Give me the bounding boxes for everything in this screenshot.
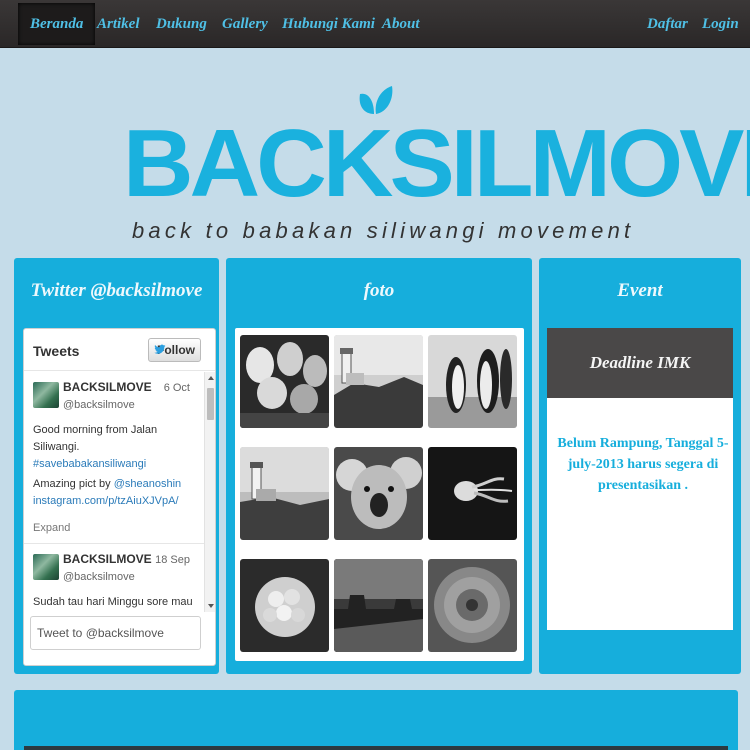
event-heading: Deadline IMK <box>547 328 733 398</box>
avatar[interactable] <box>33 554 59 580</box>
tweet-text-line: Amazing pict by <box>33 478 111 490</box>
twitter-panel-title: Twitter @backsilmove <box>30 280 203 301</box>
photo-thumb-penguins[interactable] <box>428 335 517 428</box>
photo-thumb-lighthouse[interactable] <box>334 335 423 428</box>
event-panel-title: Event <box>617 280 663 301</box>
nav-dukung[interactable]: Dukung <box>156 3 207 45</box>
foto-panel-title: foto <box>363 280 395 301</box>
tweet-item[interactable]: BACKSILMOVE 6 Oct @backsilmove Good morn… <box>24 372 204 544</box>
photo-thumb-tulips[interactable] <box>240 335 329 428</box>
bottom-panel <box>14 690 738 750</box>
tweet-expand-link[interactable]: Expand <box>33 522 70 534</box>
tweet-list-scrollbar[interactable] <box>204 372 215 612</box>
tweet-text: Good morning from Jalan Siliwangi. #save… <box>33 422 193 473</box>
event-panel: Event Deadline IMK Belum Rampung, Tangga… <box>539 258 741 674</box>
photo-thumb-jellyfish[interactable] <box>428 447 517 540</box>
photo-thumb-koala[interactable] <box>334 447 423 540</box>
nav-daftar[interactable]: Daftar <box>647 3 688 45</box>
nav-beranda[interactable]: Beranda <box>18 3 96 45</box>
nav-gallery[interactable]: Gallery <box>222 3 268 45</box>
scroll-up-arrow-icon[interactable] <box>208 376 214 380</box>
nav-login[interactable]: Login <box>702 3 739 45</box>
twitter-widget: Tweets Follow BACKSILMOVE 6 Oct @backsil… <box>23 328 216 666</box>
tweet-date[interactable]: 6 Oct <box>164 382 190 394</box>
tweet-date[interactable]: 18 Sep <box>155 554 190 566</box>
photo-thumb-hydrangea[interactable] <box>240 559 329 652</box>
tweets-label: Tweets <box>33 343 80 359</box>
tweet-hashtag-link[interactable]: #savebabakansiliwangi <box>33 458 146 470</box>
tweet-author-name[interactable]: BACKSILMOVE <box>63 380 152 394</box>
tweet-text-2: Amazing pict by @sheanoshin instagram.co… <box>33 476 193 510</box>
photo-thumb-lighthouse-2[interactable] <box>240 447 329 540</box>
event-description: Belum Rampung, Tanggal 5-july-2013 harus… <box>557 436 729 493</box>
scroll-down-arrow-icon[interactable] <box>208 604 214 608</box>
tweet-url-link[interactable]: instagram.com/p/tzAiuXJVpA/ <box>33 495 179 507</box>
photo-thumb-desert[interactable] <box>334 559 423 652</box>
tweet-item[interactable]: BACKSILMOVE 18 Sep @backsilmove Sudah ta… <box>24 544 204 612</box>
tweet-text-line: Good morning from Jalan Siliwangi. <box>33 424 158 453</box>
avatar[interactable] <box>33 382 59 408</box>
site-logo-title[interactable]: BACKSILMOVE <box>123 108 750 220</box>
twitter-bird-icon <box>154 344 166 354</box>
nav-hubungi-kami[interactable]: Hubungi Kami <box>282 3 375 45</box>
twitter-widget-header: Tweets Follow <box>24 329 215 371</box>
follow-button[interactable]: Follow <box>148 338 201 362</box>
tweet-list[interactable]: BACKSILMOVE 6 Oct @backsilmove Good morn… <box>24 372 204 612</box>
foto-panel: foto <box>226 258 532 674</box>
nav-about[interactable]: About <box>382 3 420 45</box>
scrollbar-thumb[interactable] <box>207 388 214 420</box>
twitter-panel: Twitter @backsilmove Tweets Follow BACKS… <box>14 258 219 674</box>
photo-thumb-chrysanthemum[interactable] <box>428 559 517 652</box>
tweet-to-input[interactable]: Tweet to @backsilmove <box>30 616 201 650</box>
bottom-panel-divider <box>24 746 728 750</box>
event-card-body: Belum Rampung, Tanggal 5-july-2013 harus… <box>547 398 733 630</box>
tweet-author-handle: @backsilmove <box>63 571 135 583</box>
tweet-text: Sudah tau hari Minggu sore mau <box>33 596 193 608</box>
nav-artikel[interactable]: Artikel <box>97 3 140 45</box>
tweet-author-handle: @backsilmove <box>63 399 135 411</box>
photo-grid <box>235 328 524 661</box>
tweet-mention-link[interactable]: @sheanoshin <box>114 478 181 490</box>
site-logo-subtitle: back to babakan siliwangi movement <box>132 218 635 243</box>
tweet-author-name[interactable]: BACKSILMOVE <box>63 552 152 566</box>
top-navbar: Beranda Artikel Dukung Gallery Hubungi K… <box>0 0 750 48</box>
